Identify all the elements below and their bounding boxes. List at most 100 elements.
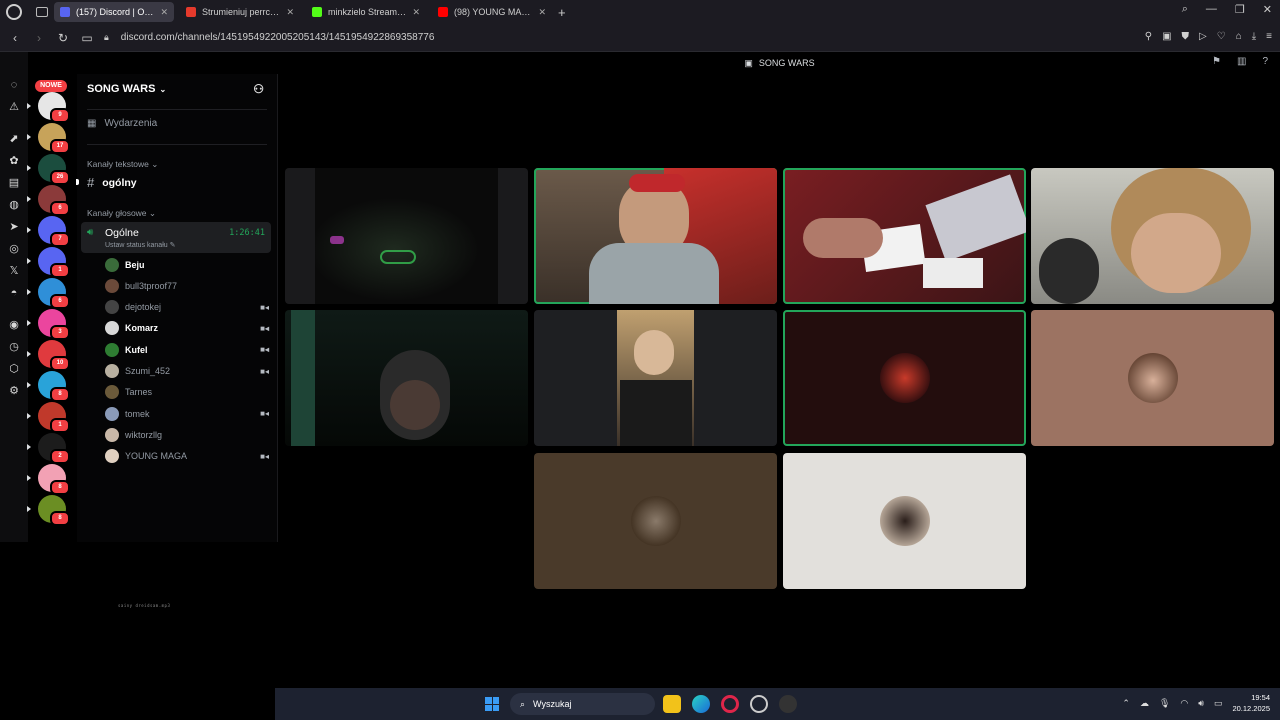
- server-icon[interactable]: 17: [27, 123, 70, 154]
- server-icon[interactable]: 8: [27, 371, 70, 402]
- new-tab-button[interactable]: +: [558, 5, 566, 20]
- server-icon[interactable]: 26: [27, 154, 70, 185]
- wifi-icon[interactable]: ◠: [1180, 698, 1188, 709]
- voice-member[interactable]: wiktorzllg: [105, 426, 269, 443]
- video-tile[interactable]: [783, 168, 1026, 304]
- video-tile[interactable]: [1031, 168, 1274, 304]
- server-icon[interactable]: 3: [27, 309, 70, 340]
- snapshot-icon[interactable]: ▭: [78, 31, 96, 45]
- menu-icon[interactable]: ≡: [1266, 31, 1272, 42]
- server-icon[interactable]: 1: [27, 247, 70, 278]
- taskbar-search[interactable]: ⌕ Wyszukaj: [510, 693, 655, 715]
- server-icon[interactable]: 1: [27, 402, 70, 433]
- voice-member[interactable]: dejotokej ■◂: [105, 299, 269, 316]
- microphone-icon[interactable]: 🎙︎: [1159, 698, 1170, 709]
- voice-member[interactable]: YOUNG MAGA ■◂: [105, 448, 269, 465]
- video-tile[interactable]: [285, 168, 528, 304]
- heart-icon[interactable]: ♡: [1217, 31, 1226, 42]
- close-tab-icon[interactable]: ✕: [534, 7, 546, 18]
- server-icon[interactable]: 9: [27, 92, 70, 123]
- network-app-icon[interactable]: ☁: [1140, 698, 1149, 709]
- chatgpt-icon[interactable]: ✿: [7, 154, 21, 168]
- play-icon[interactable]: ▷: [1199, 31, 1207, 42]
- flag-icon[interactable]: ⚑: [1212, 56, 1221, 67]
- arrow-icon[interactable]: ⬈: [7, 132, 21, 146]
- battery-icon[interactable]: ▭: [1214, 698, 1223, 709]
- edge-icon[interactable]: [692, 695, 710, 713]
- voice-category[interactable]: Kanały głosowe ⌄: [87, 208, 156, 219]
- voice-member[interactable]: Komarz ■◂: [105, 320, 269, 337]
- search-tabs-icon[interactable]: ⌕: [1182, 3, 1188, 16]
- text-category[interactable]: Kanały tekstowe ⌄: [87, 159, 158, 170]
- browser-tab[interactable]: (98) YOUNG MAGA - PUS✕: [432, 2, 552, 22]
- inbox-icon[interactable]: ▥: [1237, 56, 1246, 67]
- pin-icon[interactable]: ⚲: [1145, 31, 1152, 42]
- avatar-tile[interactable]: [783, 310, 1026, 446]
- chevron-up-icon[interactable]: ⌃: [1122, 698, 1130, 709]
- start-button[interactable]: [485, 697, 499, 711]
- server-icon[interactable]: 2: [27, 433, 70, 464]
- voice-member[interactable]: bull3tproof77: [105, 277, 269, 294]
- forward-button[interactable]: ›: [30, 31, 48, 45]
- voice-channel-general[interactable]: 🔊︎ Ogólne 1:26:41 Ustaw status kanału ✎: [81, 222, 271, 253]
- shield-icon[interactable]: ⛊: [1182, 31, 1190, 42]
- opera-gx-icon[interactable]: [750, 695, 768, 713]
- minimize-button[interactable]: —: [1206, 3, 1217, 16]
- twitch-icon[interactable]: ▤: [7, 176, 21, 190]
- app-icon[interactable]: [779, 695, 797, 713]
- clock[interactable]: 19:54 20.12.2025: [1232, 692, 1270, 714]
- voice-member[interactable]: tomek ■◂: [105, 405, 269, 422]
- browser-tab[interactable]: Strumieniuj perrc40 auto✕: [180, 2, 300, 22]
- server-icon[interactable]: 8: [27, 464, 70, 495]
- extensions-icon[interactable]: ⬡: [7, 362, 21, 376]
- opera-icon[interactable]: [721, 695, 739, 713]
- server-icon[interactable]: 8: [27, 495, 70, 526]
- discord-icon[interactable]: ◓: [7, 286, 21, 300]
- x-icon[interactable]: 𝕏: [7, 264, 21, 278]
- lock-icon[interactable]: 🔒︎: [104, 32, 109, 43]
- avatar-tile[interactable]: [783, 453, 1026, 589]
- set-channel-status[interactable]: Ustaw status kanału ✎: [105, 241, 175, 249]
- events-link[interactable]: ▦ Wydarzenia: [87, 118, 157, 129]
- text-channel-general[interactable]: # ogólny: [87, 175, 272, 190]
- instagram-icon[interactable]: ◎: [7, 242, 21, 256]
- browser-tab[interactable]: (157) Discord | Ogólne✕: [54, 2, 174, 22]
- messenger-icon[interactable]: ◍: [7, 198, 21, 212]
- voice-member[interactable]: Kufel ■◂: [105, 341, 269, 358]
- video-tile[interactable]: [534, 168, 777, 304]
- video-tile[interactable]: [285, 310, 528, 446]
- avatar-tile[interactable]: [1031, 310, 1274, 446]
- telegram-icon[interactable]: ➤: [7, 220, 21, 234]
- url-field[interactable]: discord.com/channels/1451954922005205143…: [121, 32, 435, 43]
- invite-people-icon[interactable]: ⚇: [253, 82, 264, 96]
- close-tab-icon[interactable]: ✕: [408, 7, 420, 18]
- server-icon[interactable]: 7: [27, 216, 70, 247]
- help-icon[interactable]: ?: [1262, 56, 1268, 67]
- server-icon[interactable]: 6: [27, 185, 70, 216]
- close-tab-icon[interactable]: ✕: [156, 7, 168, 18]
- wallet-icon[interactable]: ⌂: [1236, 31, 1242, 42]
- volume-icon[interactable]: 🔊︎: [1198, 698, 1204, 709]
- voice-member[interactable]: Tarnes: [105, 384, 269, 401]
- music-icon[interactable]: ◉: [7, 318, 21, 332]
- video-tile[interactable]: [534, 310, 777, 446]
- maximize-button[interactable]: ❐: [1235, 3, 1245, 16]
- voice-member[interactable]: Beju: [105, 256, 269, 273]
- history-icon[interactable]: ◷: [7, 340, 21, 354]
- pip-icon[interactable]: ▣: [1162, 31, 1171, 42]
- download-icon[interactable]: ⤓: [1252, 31, 1256, 42]
- reload-button[interactable]: ↻: [54, 31, 72, 45]
- workspaces-icon[interactable]: [36, 7, 48, 17]
- aria-icon[interactable]: ◌: [7, 78, 21, 92]
- file-explorer-icon[interactable]: [663, 695, 681, 713]
- back-button[interactable]: ‹: [6, 31, 24, 45]
- server-icon[interactable]: 6: [27, 278, 70, 309]
- server-icon[interactable]: 10: [27, 340, 70, 371]
- close-window-button[interactable]: ✕: [1263, 3, 1272, 16]
- settings-gear-icon[interactable]: ⚙: [7, 384, 21, 398]
- close-tab-icon[interactable]: ✕: [282, 7, 294, 18]
- browser-tab[interactable]: minkzielo Stream - Watch✕: [306, 2, 426, 22]
- avatar-tile[interactable]: [534, 453, 777, 589]
- guild-header[interactable]: SONG WARS ⌄ ⚇: [77, 74, 278, 104]
- opera-logo-icon[interactable]: [6, 4, 22, 20]
